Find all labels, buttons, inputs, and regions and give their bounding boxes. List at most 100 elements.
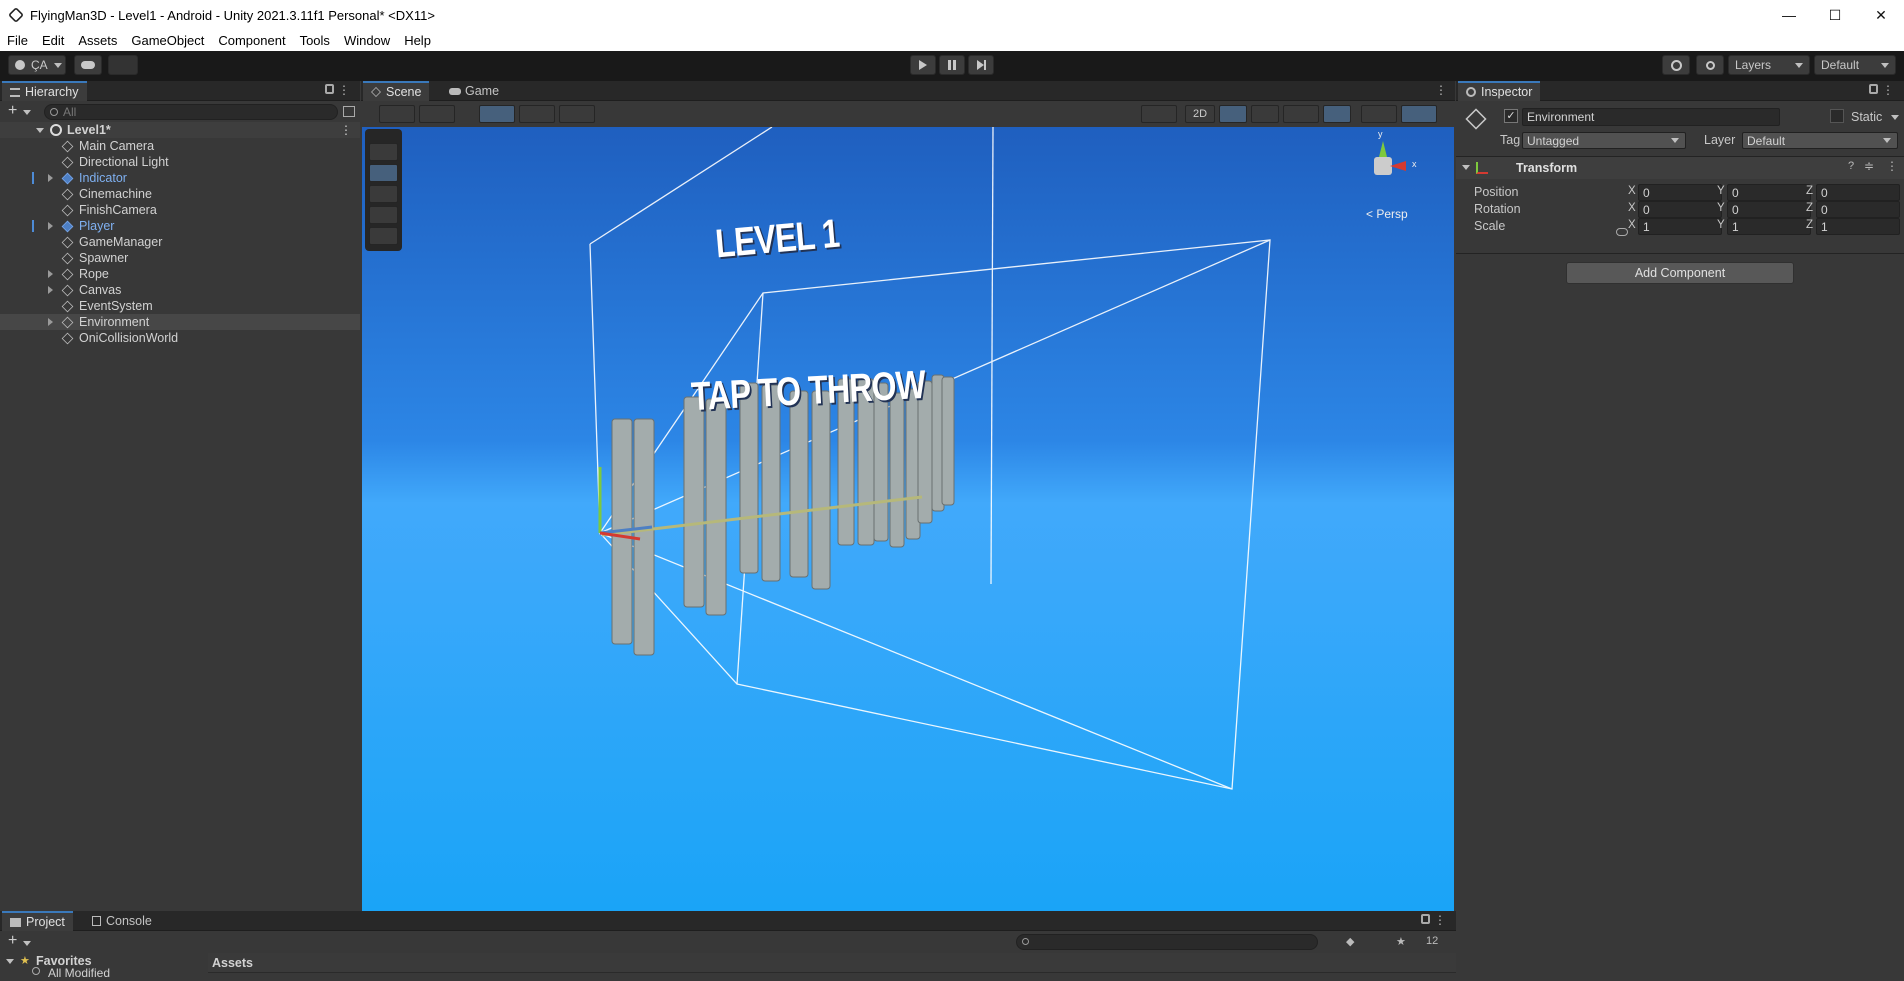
scene-row[interactable]: Level1* ⋮ [0, 122, 360, 138]
lock-icon[interactable] [1421, 914, 1430, 924]
tab-inspector[interactable]: Inspector [1458, 81, 1541, 101]
position-x-field[interactable]: 0 [1638, 184, 1722, 201]
snap-toggle[interactable] [519, 105, 555, 123]
hand-tool-button[interactable] [369, 143, 398, 161]
help-icon[interactable]: ? [1848, 160, 1854, 172]
tag-dropdown[interactable]: Untagged [1522, 132, 1686, 149]
hierarchy-item[interactable]: GameManager [0, 234, 360, 250]
hierarchy-item[interactable]: Spawner [0, 250, 360, 266]
rotate-tool-button[interactable] [369, 185, 398, 203]
toggle-2d-button[interactable]: 2D [1185, 105, 1215, 123]
close-button[interactable]: ✕ [1858, 0, 1904, 30]
pillar[interactable] [705, 398, 727, 616]
active-checkbox[interactable]: ✓ [1504, 109, 1518, 123]
menu-component[interactable]: Component [211, 33, 292, 48]
more-icon[interactable]: ⋮ [338, 83, 350, 97]
hierarchy-item[interactable]: Main Camera [0, 138, 360, 154]
hierarchy-item[interactable]: Canvas [0, 282, 360, 298]
hierarchy-item[interactable]: OniCollisionWorld [0, 330, 360, 346]
rotation-x-field[interactable]: 0 [1638, 201, 1722, 218]
hierarchy-item[interactable]: Environment [0, 314, 360, 330]
render-mode-dropdown[interactable] [1141, 105, 1177, 123]
minimize-button[interactable]: — [1766, 0, 1812, 30]
hierarchy-item[interactable]: Directional Light [0, 154, 360, 170]
search-button[interactable] [1696, 55, 1724, 75]
layer-dropdown[interactable]: Default [1742, 132, 1898, 149]
tab-project[interactable]: Project [2, 911, 73, 931]
transform-header[interactable]: Transform ? ≑ ⋮ [1456, 157, 1904, 179]
expand-arrow-icon[interactable] [48, 315, 62, 329]
audio-toggle[interactable] [1251, 105, 1279, 123]
camera-settings-dropdown[interactable] [1361, 105, 1397, 123]
static-checkbox[interactable] [1830, 109, 1844, 123]
menu-help[interactable]: Help [397, 33, 438, 48]
assets-label[interactable]: Assets [212, 956, 253, 970]
tab-scene[interactable]: Scene [363, 81, 430, 101]
scene-viewport[interactable]: LEVEL 1 TAP TO THROW y x < Persp [362, 127, 1454, 911]
more-icon[interactable]: ⋮ [1434, 913, 1446, 927]
more-icon[interactable]: ⋮ [1882, 83, 1894, 97]
hidden-objects-toggle[interactable] [1323, 105, 1351, 123]
add-icon[interactable]: + [8, 102, 17, 120]
layout-dropdown[interactable]: Default [1814, 55, 1896, 75]
scale-z-field[interactable]: 1 [1816, 218, 1900, 235]
move-tool-button[interactable] [369, 164, 398, 182]
expand-arrow-icon[interactable] [48, 171, 62, 185]
hierarchy-item[interactable]: Cinemachine [0, 186, 360, 202]
menu-gameobject[interactable]: GameObject [124, 33, 211, 48]
preset-icon[interactable]: ≑ [1864, 159, 1874, 173]
maximize-button[interactable]: ☐ [1812, 0, 1858, 30]
undo-history-button[interactable] [1662, 55, 1690, 75]
draw-mode-dropdown[interactable] [379, 105, 415, 123]
step-button[interactable] [968, 55, 994, 75]
tab-hierarchy[interactable]: Hierarchy [2, 81, 87, 101]
effects-dropdown[interactable] [1283, 105, 1319, 123]
add-icon[interactable]: + [8, 932, 17, 950]
expand-arrow-icon[interactable] [48, 267, 62, 281]
more-icon[interactable]: ⋮ [1886, 159, 1898, 173]
add-component-button[interactable]: Add Component [1566, 262, 1794, 284]
orientation-gizmo[interactable]: y x < Persp [1342, 129, 1422, 227]
hierarchy-item[interactable]: FinishCamera [0, 202, 360, 218]
pillar[interactable] [811, 390, 831, 590]
expand-arrow-icon[interactable] [48, 283, 62, 297]
hierarchy-item[interactable]: Player [0, 218, 360, 234]
pillar[interactable] [683, 396, 705, 608]
pause-button[interactable] [939, 55, 965, 75]
tab-console[interactable]: Console [84, 911, 160, 931]
project-search-input[interactable] [1016, 934, 1318, 950]
more-icon[interactable]: ⋮ [1435, 83, 1447, 97]
menu-tools[interactable]: Tools [293, 33, 337, 48]
menu-assets[interactable]: Assets [71, 33, 124, 48]
shading-dropdown[interactable] [419, 105, 455, 123]
grid-toggle[interactable] [479, 105, 515, 123]
menu-window[interactable]: Window [337, 33, 397, 48]
tab-game[interactable]: Game [441, 81, 507, 101]
pillar[interactable] [633, 418, 655, 656]
pillar[interactable] [941, 376, 955, 506]
lock-icon[interactable] [325, 84, 334, 94]
scale-tool-button[interactable] [369, 206, 398, 224]
hierarchy-item[interactable]: EventSystem [0, 298, 360, 314]
menu-edit[interactable]: Edit [35, 33, 71, 48]
persp-label[interactable]: < Persp [1366, 207, 1408, 221]
position-z-field[interactable]: 0 [1816, 184, 1900, 201]
chevron-down-icon[interactable] [23, 941, 31, 946]
hierarchy-item[interactable]: Rope [0, 266, 360, 282]
expand-arrow-icon[interactable] [48, 219, 62, 233]
hierarchy-search-input[interactable]: All [44, 104, 338, 120]
layers-dropdown[interactable]: Layers [1728, 55, 1810, 75]
favorites-item[interactable]: All Modified [48, 966, 110, 980]
constrain-proportions-icon[interactable] [1616, 228, 1628, 236]
gizmos-dropdown[interactable] [1401, 105, 1437, 123]
menu-file[interactable]: File [0, 33, 35, 48]
object-name-field[interactable]: Environment [1522, 108, 1780, 126]
scale-x-field[interactable]: 1 [1638, 218, 1722, 235]
hierarchy-item[interactable]: Indicator [0, 170, 360, 186]
cloud-button[interactable] [74, 55, 102, 75]
label-filter-icon[interactable]: ◆ [1346, 935, 1354, 948]
account-dropdown[interactable]: ÇA [8, 55, 66, 75]
collab-button[interactable] [108, 55, 138, 75]
hidden-packages-count[interactable]: 12 [1426, 935, 1438, 947]
chevron-down-icon[interactable] [23, 110, 31, 115]
